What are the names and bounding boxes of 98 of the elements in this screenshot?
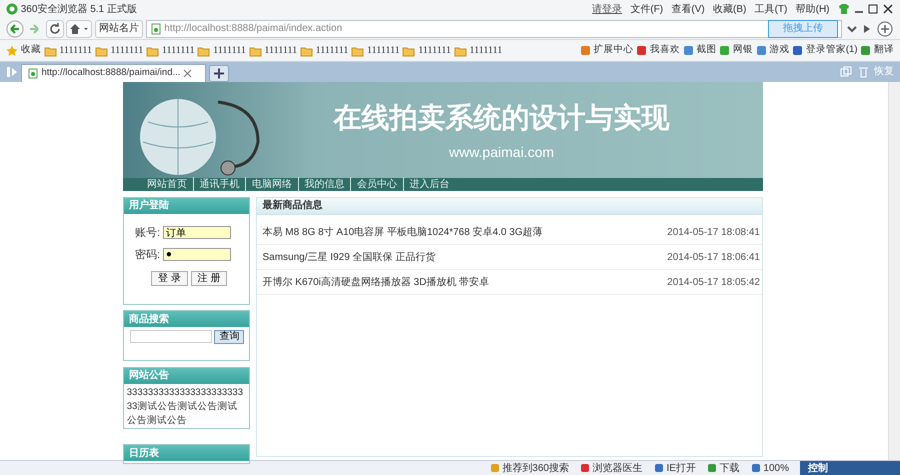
favorites-label[interactable]: 收藏 xyxy=(20,43,41,58)
status-icon[interactable] xyxy=(706,463,717,473)
status-item[interactable]: IE打开 xyxy=(666,460,696,475)
product-link[interactable]: 本易 M8 8G 8寸 A10电容屏 平板电脑1024*768 安卓4.0 3G超薄 xyxy=(262,224,668,240)
tool-icon[interactable] xyxy=(719,45,730,56)
bookmark-folder[interactable]: 1111111 xyxy=(418,43,451,58)
form-button[interactable]: 注 册 xyxy=(190,271,228,286)
tool-icon[interactable] xyxy=(682,45,694,56)
toolbar-item[interactable]: 游戏 xyxy=(769,43,790,58)
tool-icon[interactable] xyxy=(636,45,648,56)
panel-title: 商品搜索 xyxy=(124,311,249,327)
menu-item[interactable]: 查看(V) xyxy=(671,2,705,16)
status-icon[interactable] xyxy=(490,463,500,473)
folder-icon[interactable] xyxy=(454,44,467,56)
status-item[interactable]: 下载 xyxy=(720,460,740,475)
windows-icon[interactable] xyxy=(840,66,852,78)
trash-icon[interactable] xyxy=(858,66,868,78)
address-bar[interactable]: http://localhost:8888/paimai/index.action 拖拽上传 xyxy=(146,20,842,38)
nav-link[interactable]: 进入后台 xyxy=(402,177,450,192)
nav-link[interactable]: 会员中心 xyxy=(350,177,397,192)
folder-icon[interactable] xyxy=(94,44,108,56)
back-icon[interactable] xyxy=(6,20,24,38)
page-icon xyxy=(150,22,162,34)
site-url: www.paimai.com xyxy=(448,142,554,162)
sidebar-toggle-icon[interactable] xyxy=(6,65,18,79)
page-icon xyxy=(28,68,39,79)
close-icon[interactable] xyxy=(882,3,894,15)
browser-tab[interactable]: http://localhost:8888/paimai/ind... xyxy=(20,64,206,82)
menu-item[interactable]: 帮助(H) xyxy=(796,2,830,16)
browser-logo-icon xyxy=(6,3,18,15)
search-field[interactable] xyxy=(130,330,212,343)
product-time: 2014-05-17 18:08:41 xyxy=(667,226,760,240)
new-tab-icon[interactable] xyxy=(208,65,228,82)
status-item[interactable]: 100% xyxy=(763,460,789,475)
nav-link[interactable]: 我的信息 xyxy=(298,177,344,192)
add-icon[interactable] xyxy=(876,20,894,38)
input-field[interactable]: 订单 xyxy=(162,226,231,240)
field-label: 密码: xyxy=(135,248,160,262)
tool-icon[interactable] xyxy=(756,45,767,56)
bookmark-folder[interactable]: 1111111 xyxy=(470,43,502,58)
bookmark-folder[interactable]: 1111111 xyxy=(213,43,246,58)
folder-icon[interactable] xyxy=(197,44,210,56)
folder-icon[interactable] xyxy=(146,44,160,56)
status-item[interactable]: 推荐到360搜索 xyxy=(502,460,569,475)
bookmark-folder[interactable]: 1111111 xyxy=(316,43,348,58)
product-time: 2014-05-17 18:05:42 xyxy=(667,276,760,290)
form-button[interactable]: 登 录 xyxy=(151,271,188,286)
site-title: 在线拍卖系统的设计与实现 xyxy=(334,100,670,136)
bookmark-folder[interactable]: 1111111 xyxy=(162,43,195,58)
input-field[interactable]: ● xyxy=(162,248,231,262)
site-card-dropdown[interactable]: 网站名片 xyxy=(95,20,143,38)
notice-text: 333333333333333333333333测试公告测试公告测试公告测试公告 xyxy=(126,386,244,428)
nav-link[interactable]: 网站首页 xyxy=(141,177,187,192)
status-icon[interactable] xyxy=(750,463,761,473)
status-icon[interactable] xyxy=(654,463,664,473)
maximize-icon[interactable] xyxy=(867,3,880,15)
panel-title: 网站公告 xyxy=(124,368,249,384)
toolbar-item[interactable]: 截图 xyxy=(696,43,716,58)
toolbar-item[interactable]: 登录管家(1) xyxy=(806,43,858,58)
nav-link[interactable]: 通讯手机 xyxy=(192,177,240,192)
panel-title: 最新商品信息 xyxy=(256,198,762,214)
toolbar-item[interactable]: 网银 xyxy=(732,43,753,58)
folder-icon[interactable] xyxy=(351,44,364,56)
folder-icon[interactable] xyxy=(44,44,56,56)
menu-item[interactable]: 文件(F) xyxy=(630,2,664,16)
bookmark-folder[interactable]: 1111111 xyxy=(264,43,298,58)
product-link[interactable]: 开博尔 K670i高清硬盘网络播放器 3D播放机 带安卓 xyxy=(262,274,668,290)
star-icon xyxy=(6,44,18,56)
menu-item[interactable]: 请登录 xyxy=(592,2,622,16)
control-panel-label[interactable]: 控制 xyxy=(800,460,900,475)
toolbar-item[interactable]: 扩展中心 xyxy=(593,43,634,58)
menu-item[interactable]: 收藏(B) xyxy=(712,2,746,16)
folder-icon[interactable] xyxy=(402,44,416,56)
field-label: 账号: xyxy=(135,226,160,240)
bookmark-folder[interactable]: 1111111 xyxy=(110,43,144,58)
tool-icon[interactable] xyxy=(792,45,804,56)
panel-title: 用户登陆 xyxy=(124,198,249,214)
home-icon[interactable] xyxy=(66,20,92,38)
refresh-icon[interactable] xyxy=(46,20,64,38)
status-icon[interactable] xyxy=(580,463,590,473)
folder-icon[interactable] xyxy=(300,44,313,56)
bookmark-folder[interactable]: 1111111 xyxy=(366,43,400,58)
nav-link[interactable]: 电脑网络 xyxy=(245,177,292,192)
folder-icon[interactable] xyxy=(248,44,262,56)
toolbar-item[interactable]: 翻译 xyxy=(874,43,894,58)
tool-icon[interactable] xyxy=(860,45,872,56)
product-link[interactable]: Samsung/三星 I929 全国联保 正品行货 xyxy=(262,250,668,264)
menu-item[interactable]: 工具(T) xyxy=(754,2,788,16)
scrollbar[interactable] xyxy=(888,82,900,460)
search-button[interactable]: 查询 xyxy=(214,330,244,344)
bookmark-folder[interactable]: 1111111 xyxy=(59,43,92,58)
tool-icon[interactable] xyxy=(580,45,591,56)
product-time: 2014-05-17 18:06:41 xyxy=(667,250,760,264)
toolbar-item[interactable]: 我喜欢 xyxy=(650,43,680,58)
status-item[interactable]: 浏览器医生 xyxy=(592,460,643,475)
panel-title: 日历表 xyxy=(124,445,249,461)
address-text: http://localhost:8888/paimai/index.action xyxy=(164,22,342,36)
window-title: 360安全浏览器 5.1 正式版 xyxy=(20,2,137,16)
